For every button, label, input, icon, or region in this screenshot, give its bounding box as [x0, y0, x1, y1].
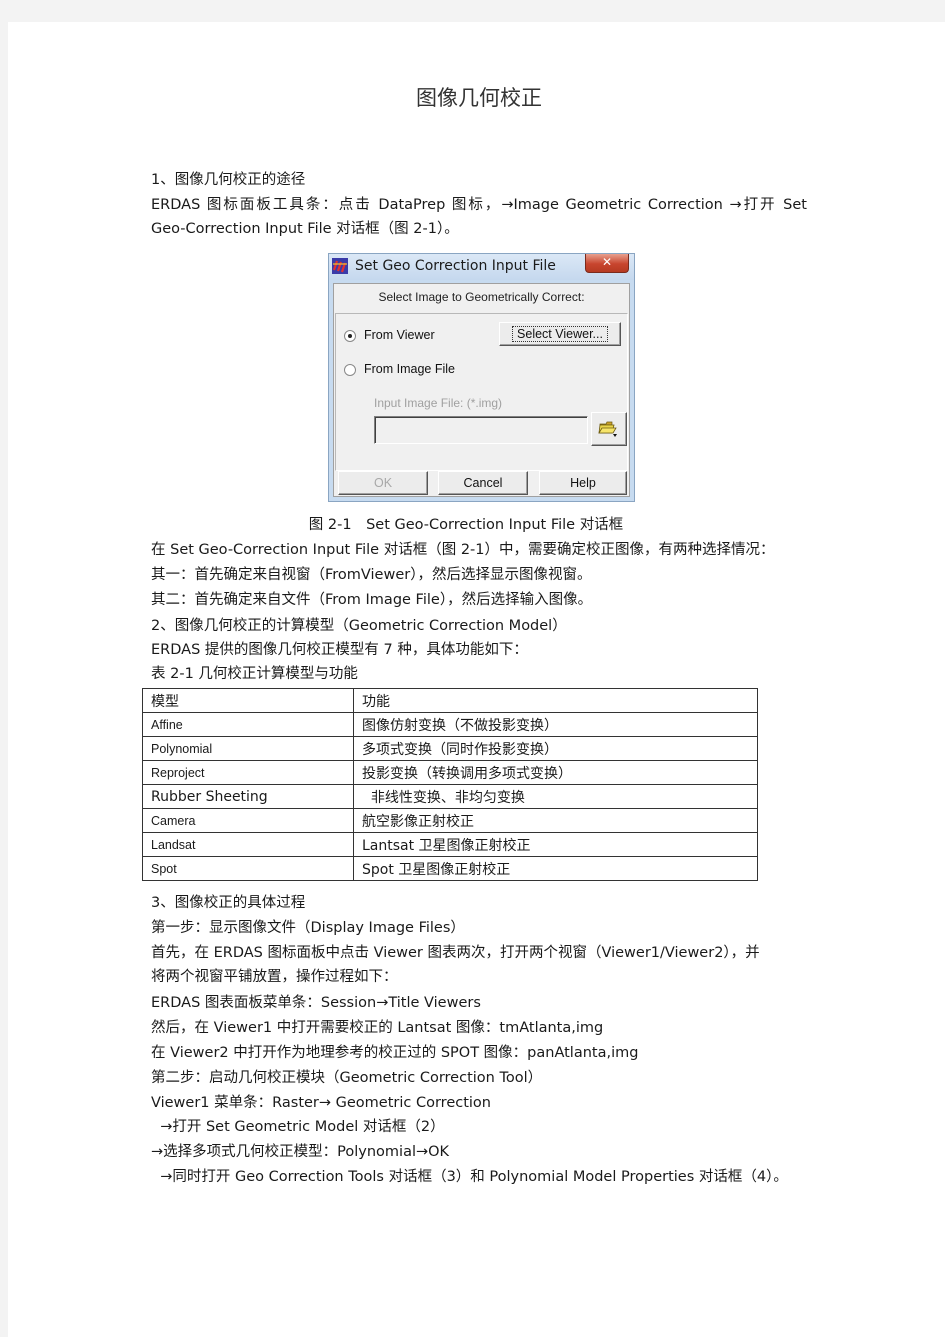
step1-line2: 将两个视窗平铺放置，操作过程如下： [151, 969, 398, 985]
table-row: Affine 图像仿射变换（不做投影变换） [142, 712, 758, 737]
close-button[interactable]: ✕ [585, 254, 629, 273]
table-caption: 表 2-1 几何校正计算模型与功能 [151, 666, 358, 682]
select-viewer-button[interactable]: Select Viewer... [499, 322, 621, 346]
table-cell-function: 航空影像正射校正 [353, 808, 758, 833]
step1-line3: ERDAS 图表面板菜单条：Session→Title Viewers [151, 995, 481, 1011]
section3-heading: 3、图像校正的具体过程 [151, 895, 306, 911]
dialog-body: Select Image to Geometrically Correct: F… [333, 283, 630, 497]
step1-line4: 然后，在 Viewer1 中打开需要校正的 Lantsat 图像：tmAtlan… [151, 1020, 604, 1036]
table-header-model: 模型 [142, 688, 354, 713]
step1-line5: 在 Viewer2 中打开作为地理参考的校正过的 SPOT 图像：panAtla… [151, 1045, 639, 1061]
set-geo-correction-dialog: Set Geo Correction Input File ✕ Select I… [328, 253, 635, 502]
ok-button[interactable]: OK [338, 471, 428, 495]
models-table: 模型 功能 Affine 图像仿射变换（不做投影变换） Polynomial 多… [142, 688, 758, 881]
table-cell-model: Reproject [142, 760, 354, 785]
radio-from-image-file[interactable]: From Image File [344, 362, 455, 376]
table-cell-model: Spot [142, 856, 354, 881]
section1-heading: 1、图像几何校正的途径 [151, 172, 306, 188]
step2-line1: Viewer1 菜单条：Raster→ Geometric Correction [151, 1095, 491, 1111]
step2-heading: 第二步：启动几何校正模块（Geometric Correction Tool） [151, 1070, 543, 1086]
step2-line4: →同时打开 Geo Correction Tools 对话框（3）和 Polyn… [151, 1169, 788, 1185]
section1-para-line2: Geo-Correction Input File 对话框（图 2-1）。 [151, 221, 459, 237]
cancel-button[interactable]: Cancel [438, 471, 528, 495]
step1-heading: 第一步：显示图像文件（Display Image Files） [151, 920, 465, 936]
erdas-app-icon [332, 258, 348, 274]
table-cell-function: 非线性变换、非均匀变换 [353, 784, 758, 809]
radio-from-viewer[interactable]: From Viewer [344, 328, 435, 342]
section2-heading: 2、图像几何校正的计算模型（Geometric Correction Model… [151, 618, 567, 634]
table-cell-model: Camera [142, 808, 354, 833]
table-cell-model: Rubber Sheeting [142, 784, 354, 809]
section2-intro: ERDAS 提供的图像几何校正模型有 7 种，具体功能如下： [151, 642, 528, 658]
close-icon: ✕ [601, 255, 613, 269]
table-row: Reproject 投影变换（转换调用多项式变换） [142, 760, 758, 785]
explain-line3: 其二：首先确定来自文件（From Image File），然后选择输入图像。 [151, 592, 593, 608]
table-header-row: 模型 功能 [142, 688, 758, 713]
table-cell-model: Polynomial [142, 736, 354, 761]
open-folder-icon [598, 421, 617, 437]
table-cell-model: Landsat [142, 832, 354, 857]
step2-line3: →选择多项式几何校正模型：Polynomial→OK [151, 1144, 450, 1160]
table-row: Spot Spot 卫星图像正射校正 [142, 856, 758, 881]
table-cell-function: Spot 卫星图像正射校正 [353, 856, 758, 881]
table-row: Camera 航空影像正射校正 [142, 808, 758, 833]
table-cell-function: Lantsat 卫星图像正射校正 [353, 832, 758, 857]
source-groupbox: From Viewer Select Viewer... From Image … [335, 313, 628, 471]
table-header-function: 功能 [353, 688, 758, 713]
table-cell-function: 图像仿射变换（不做投影变换） [353, 712, 758, 737]
section1-para-line1: ERDAS 图标面板工具条：点击 DataPrep 图标，→Image Geom… [151, 197, 807, 213]
radio-from-file-label: From Image File [364, 362, 455, 376]
select-viewer-label: Select Viewer... [512, 326, 608, 342]
radio-button-unselected[interactable] [344, 363, 356, 376]
step2-line2: →打开 Set Geometric Model 对话框（2） [151, 1119, 445, 1135]
input-image-file-label: Input Image File: (*.img) [374, 396, 503, 410]
dialog-header: Select Image to Geometrically Correct: [378, 290, 585, 304]
table-row: Landsat Lantsat 卫星图像正射校正 [142, 832, 758, 857]
document-page [8, 22, 945, 1337]
input-image-file-field[interactable] [374, 416, 588, 444]
table-cell-model: Affine [142, 712, 354, 737]
table-row: Rubber Sheeting 非线性变换、非均匀变换 [142, 784, 758, 809]
explain-line2: 其一：首先确定来自视窗（FromViewer），然后选择显示图像视窗。 [151, 567, 592, 583]
radio-from-viewer-label: From Viewer [364, 328, 435, 342]
page-title: 图像几何校正 [416, 86, 542, 110]
figure-caption: 图 2-1 Set Geo-Correction Input File 对话框 [308, 517, 624, 533]
browse-file-button[interactable] [591, 412, 627, 446]
help-button[interactable]: Help [539, 471, 627, 495]
table-cell-function: 多项式变换（同时作投影变换） [353, 736, 758, 761]
dialog-titlebar: Set Geo Correction Input File ✕ [329, 254, 634, 280]
explain-line1: 在 Set Geo-Correction Input File 对话框（图 2-… [151, 542, 775, 558]
dialog-title: Set Geo Correction Input File [355, 258, 556, 274]
step1-line1: 首先，在 ERDAS 图标面板中点击 Viewer 图表两次，打开两个视窗（Vi… [151, 945, 760, 961]
radio-button-selected[interactable] [344, 329, 356, 342]
table-row: Polynomial 多项式变换（同时作投影变换） [142, 736, 758, 761]
table-cell-function: 投影变换（转换调用多项式变换） [353, 760, 758, 785]
